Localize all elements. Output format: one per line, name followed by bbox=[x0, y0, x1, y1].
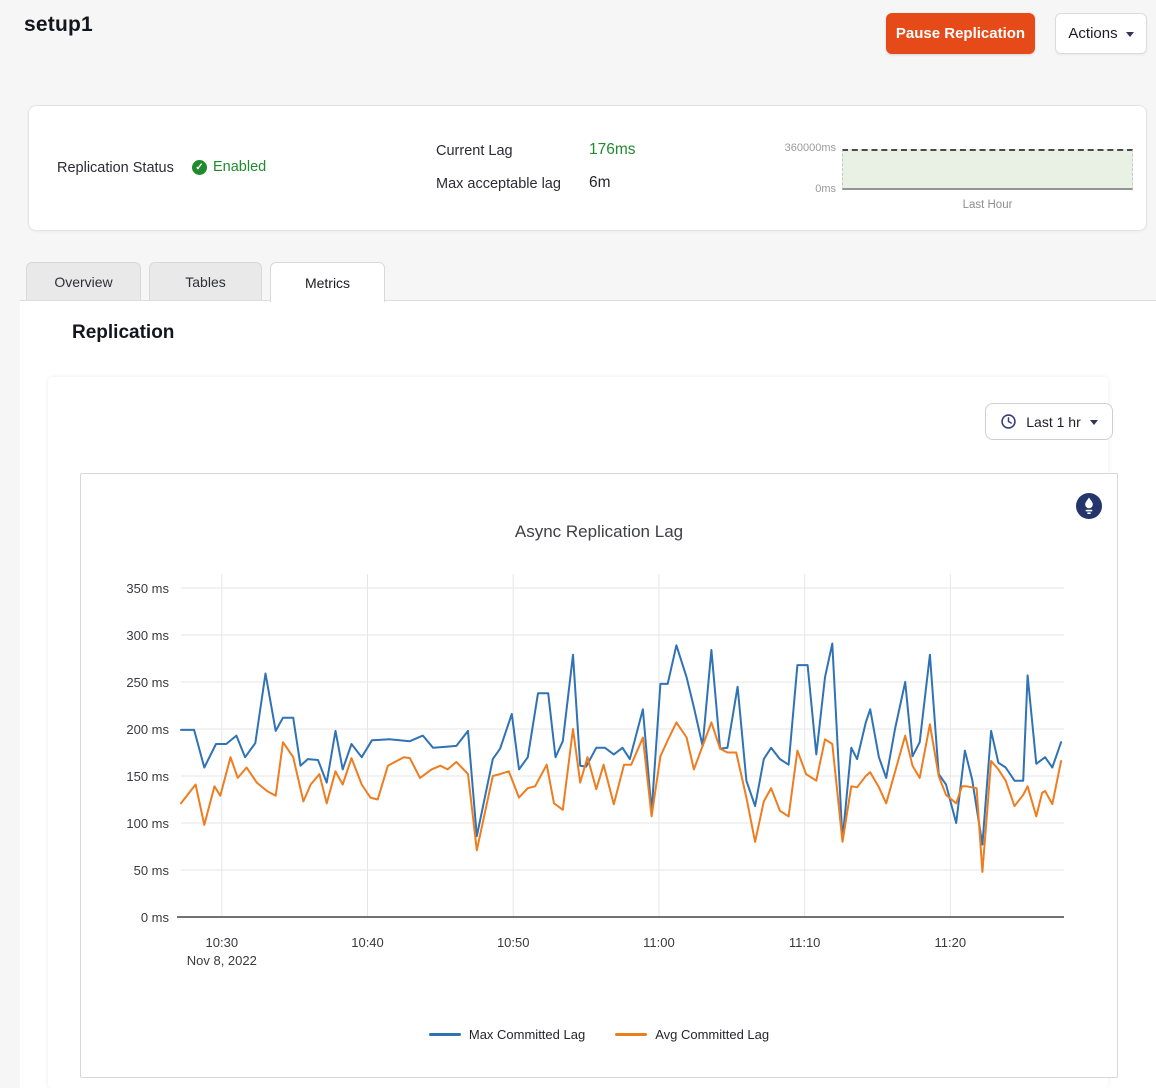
sparkline-ymin-label: 0ms bbox=[755, 183, 836, 195]
time-range-selector[interactable]: Last 1 hr bbox=[985, 403, 1113, 440]
chart-title: Async Replication Lag bbox=[81, 522, 1117, 542]
async-replication-lag-chart[interactable]: 10:30 Nov 8, 2022 10:40 10:50 11:00 11:10 11:2… bbox=[81, 564, 1119, 976]
pause-replication-button[interactable]: Pause Replication bbox=[886, 13, 1035, 54]
check-circle-icon: ✓ bbox=[192, 160, 207, 175]
svg-text:350 ms: 350 ms bbox=[126, 581, 169, 596]
svg-text:10:50: 10:50 bbox=[497, 935, 530, 950]
chevron-down-icon bbox=[1126, 32, 1134, 37]
replication-status-value: Enabled bbox=[213, 159, 266, 175]
max-acceptable-lag-label: Max acceptable lag bbox=[436, 176, 561, 192]
metrics-dashboard-card: Last 1 hr Async Replication Lag 10:30Nov… bbox=[48, 377, 1108, 1088]
page-title: setup1 bbox=[24, 13, 93, 37]
svg-text:50 ms: 50 ms bbox=[134, 863, 170, 878]
chevron-down-icon bbox=[1090, 420, 1098, 425]
svg-text:10:30: 10:30 bbox=[206, 935, 239, 950]
lag-chart-card: Async Replication Lag 10:30Nov 8, 202210… bbox=[80, 473, 1118, 1078]
legend-swatch-orange bbox=[615, 1033, 647, 1036]
svg-text:Nov 8, 2022: Nov 8, 2022 bbox=[187, 953, 257, 968]
legend-swatch-blue bbox=[429, 1033, 461, 1036]
svg-text:250 ms: 250 ms bbox=[126, 675, 169, 690]
current-lag-value: 176ms bbox=[589, 141, 636, 159]
legend-item-avg-committed-lag[interactable]: Avg Committed Lag bbox=[615, 1027, 769, 1042]
max-acceptable-lag-value: 6m bbox=[589, 174, 611, 192]
svg-text:11:20: 11:20 bbox=[935, 935, 967, 950]
svg-text:11:00: 11:00 bbox=[643, 935, 675, 950]
legend-item-max-committed-lag[interactable]: Max Committed Lag bbox=[429, 1027, 585, 1042]
sparkline-ymax-label: 360000ms bbox=[755, 142, 836, 154]
actions-dropdown-button[interactable]: Actions bbox=[1055, 13, 1147, 54]
svg-text:150 ms: 150 ms bbox=[126, 769, 169, 784]
chart-vendor-logo-icon bbox=[1076, 493, 1102, 519]
svg-text:11:10: 11:10 bbox=[789, 935, 821, 950]
legend-label: Max Committed Lag bbox=[469, 1027, 585, 1042]
replication-status-label: Replication Status bbox=[57, 160, 174, 176]
replication-section-title: Replication bbox=[72, 322, 174, 344]
sparkline-caption: Last Hour bbox=[842, 199, 1133, 211]
current-lag-label: Current Lag bbox=[436, 143, 513, 159]
actions-label: Actions bbox=[1068, 25, 1117, 42]
tab-tables[interactable]: Tables bbox=[149, 262, 262, 300]
svg-text:10:40: 10:40 bbox=[351, 935, 384, 950]
svg-text:100 ms: 100 ms bbox=[126, 816, 169, 831]
svg-text:200 ms: 200 ms bbox=[126, 722, 169, 737]
status-badge: ✓ Enabled bbox=[192, 159, 266, 175]
lag-threshold-sparkline bbox=[842, 149, 1133, 190]
time-range-label: Last 1 hr bbox=[1026, 414, 1080, 430]
tab-overview[interactable]: Overview bbox=[26, 262, 141, 300]
replication-status-card: Replication Status ✓ Enabled Current Lag… bbox=[28, 105, 1147, 231]
clock-icon bbox=[1000, 413, 1017, 430]
tab-metrics[interactable]: Metrics bbox=[270, 262, 385, 302]
svg-text:0 ms: 0 ms bbox=[141, 910, 170, 925]
svg-text:300 ms: 300 ms bbox=[126, 628, 169, 643]
legend-label: Avg Committed Lag bbox=[655, 1027, 769, 1042]
chart-legend: Max Committed Lag Avg Committed Lag bbox=[81, 1027, 1117, 1042]
